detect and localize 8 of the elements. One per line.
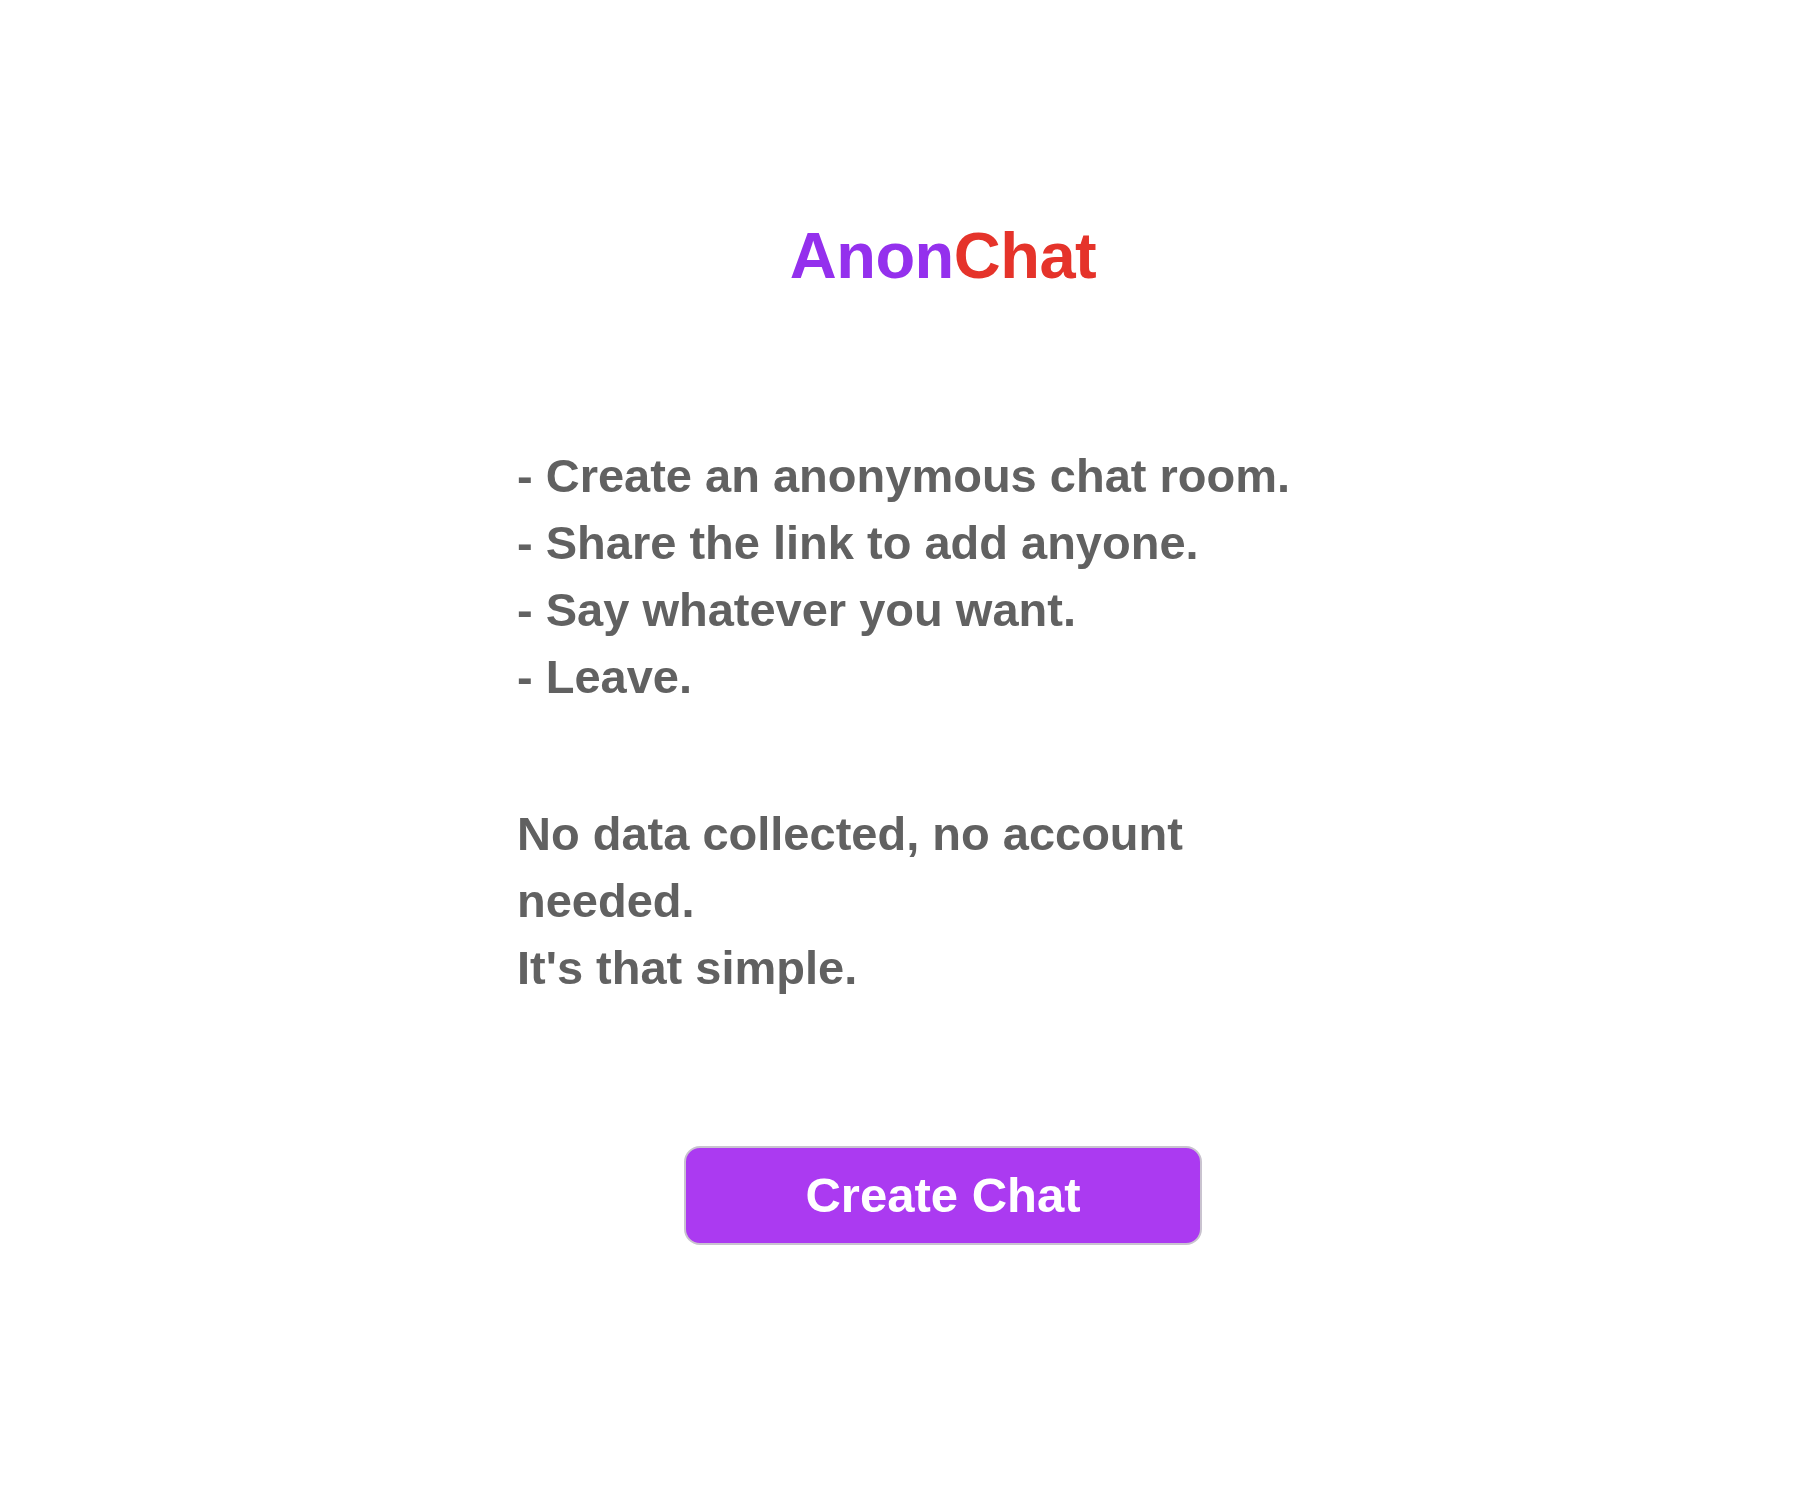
create-chat-button[interactable]: Create Chat <box>684 1146 1202 1245</box>
feature-text: - Say whatever you want. <box>517 582 1077 638</box>
feature-text: - Share the link to add anyone. <box>517 515 1200 571</box>
info-text: It's that simple. <box>517 940 859 996</box>
feature-text: - Leave. <box>517 649 694 705</box>
app-title: AnonChat <box>789 218 1097 294</box>
info-text: No data collected, no account needed. <box>517 806 1184 929</box>
feature-text: - Create an anonymous chat room. <box>517 448 1292 504</box>
